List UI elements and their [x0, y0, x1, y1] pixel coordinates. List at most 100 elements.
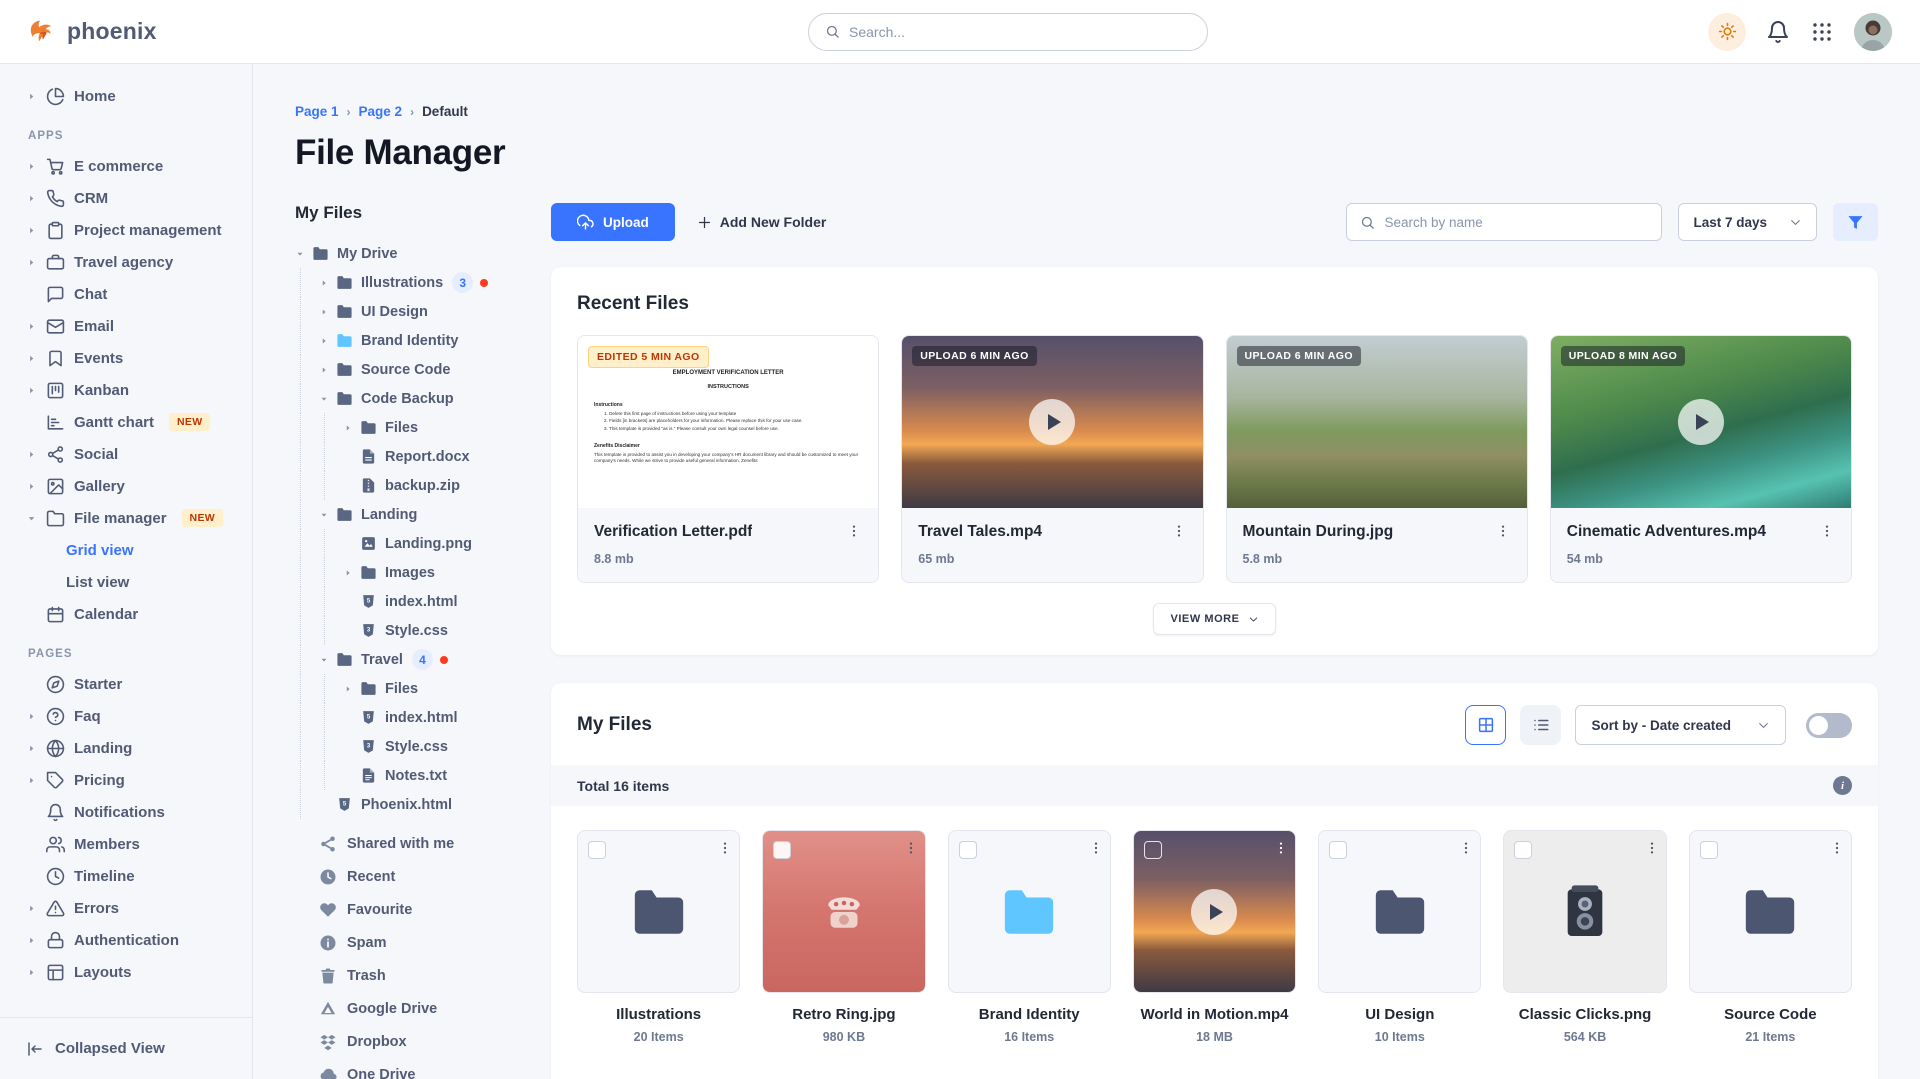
kebab-menu-icon[interactable] — [1458, 840, 1474, 856]
grid-file-item-classic-clicks-png[interactable]: Classic Clicks.png564 KB — [1503, 830, 1666, 1044]
tree-item-source-code[interactable]: Source Code — [295, 355, 521, 384]
tree-item-travel[interactable]: Travel4 — [295, 645, 521, 674]
tree-link-shared-with-me[interactable]: Shared with me — [295, 827, 521, 860]
sidebar-item-faq[interactable]: Faq — [26, 700, 242, 732]
sidebar-item-members[interactable]: Members — [26, 828, 242, 860]
grid-file-item-world-in-motion-mp4[interactable]: World in Motion.mp418 MB — [1133, 830, 1296, 1044]
sidebar-item-notifications[interactable]: Notifications — [26, 796, 242, 828]
grid-file-item-retro-ring-jpg[interactable]: Retro Ring.jpg980 KB — [762, 830, 925, 1044]
info-icon[interactable]: i — [1833, 776, 1852, 795]
tree-link-spam[interactable]: Spam — [295, 926, 521, 959]
tree-item-index-html[interactable]: 5index.html — [295, 703, 521, 732]
search-by-name-field[interactable] — [1346, 203, 1662, 241]
sidebar-item-starter[interactable]: Starter — [26, 668, 242, 700]
kebab-menu-icon[interactable] — [1171, 523, 1187, 539]
grid-file-item-source-code[interactable]: Source Code21 Items — [1689, 830, 1852, 1044]
sidebar-item-travel-agency[interactable]: Travel agency — [26, 246, 242, 278]
sidebar-item-errors[interactable]: Errors — [26, 892, 242, 924]
tree-link-google-drive[interactable]: Google Drive — [295, 992, 521, 1025]
grid-file-item-ui-design[interactable]: UI Design10 Items — [1318, 830, 1481, 1044]
kebab-menu-icon[interactable] — [846, 523, 862, 539]
tree-item-style-css[interactable]: 3Style.css — [295, 732, 521, 761]
tree-item-phoenix-html[interactable]: 5Phoenix.html — [295, 790, 521, 819]
tree-item-report-docx[interactable]: Report.docx — [295, 442, 521, 471]
recent-file-card-mountain-during-jpg[interactable]: UPLOAD 6 MIN AGOMountain During.jpg5.8 m… — [1226, 335, 1528, 583]
tree-item-code-backup[interactable]: Code Backup — [295, 384, 521, 413]
tree-item-images[interactable]: Images — [295, 558, 521, 587]
kebab-menu-icon[interactable] — [1273, 840, 1289, 856]
sidebar-item-landing[interactable]: Landing — [26, 732, 242, 764]
grid-file-item-illustrations[interactable]: Illustrations20 Items — [577, 830, 740, 1044]
upload-button[interactable]: Upload — [551, 203, 675, 241]
tree-item-notes-txt[interactable]: Notes.txt — [295, 761, 521, 790]
sidebar-item-layouts[interactable]: Layouts — [26, 956, 242, 988]
tree-link-trash[interactable]: Trash — [295, 959, 521, 992]
sidebar-item-authentication[interactable]: Authentication — [26, 924, 242, 956]
play-button[interactable] — [1678, 399, 1724, 445]
sidebar-item-e-commerce[interactable]: E commerce — [26, 150, 242, 182]
view-toggle-switch[interactable] — [1806, 713, 1852, 738]
select-checkbox[interactable] — [588, 841, 606, 859]
sidebar-item-events[interactable]: Events — [26, 342, 242, 374]
sidebar-item-list-view[interactable]: List view — [26, 566, 242, 598]
global-search[interactable] — [808, 13, 1208, 51]
kebab-menu-icon[interactable] — [1829, 840, 1845, 856]
play-button[interactable] — [1191, 889, 1237, 935]
apps-grid-button[interactable] — [1810, 20, 1834, 44]
sidebar-item-home[interactable]: Home — [26, 80, 242, 112]
sidebar-item-chat[interactable]: Chat — [26, 278, 242, 310]
sidebar-item-gallery[interactable]: Gallery — [26, 470, 242, 502]
sidebar-item-social[interactable]: Social — [26, 438, 242, 470]
tree-item-ui-design[interactable]: UI Design — [295, 297, 521, 326]
tree-link-one-drive[interactable]: One Drive — [295, 1058, 521, 1079]
tree-item-brand-identity[interactable]: Brand Identity — [295, 326, 521, 355]
tree-link-favourite[interactable]: Favourite — [295, 893, 521, 926]
select-checkbox[interactable] — [1700, 841, 1718, 859]
sidebar-item-crm[interactable]: CRM — [26, 182, 242, 214]
select-checkbox[interactable] — [1144, 841, 1162, 859]
user-avatar[interactable] — [1854, 13, 1892, 51]
kebab-menu-icon[interactable] — [903, 840, 919, 856]
recent-file-card-verification-letter-pdf[interactable]: EDITED 5 MIN AGOEMPLOYMENT VERIFICATION … — [577, 335, 879, 583]
kebab-menu-icon[interactable] — [1644, 840, 1660, 856]
tree-item-backup-zip[interactable]: backup.zip — [295, 471, 521, 500]
tree-item-landing[interactable]: Landing — [295, 500, 521, 529]
view-more-button[interactable]: VIEW MORE — [1153, 603, 1275, 635]
kebab-menu-icon[interactable] — [1495, 523, 1511, 539]
collapsed-view-button[interactable]: Collapsed View — [0, 1017, 252, 1079]
sidebar-item-pricing[interactable]: Pricing — [26, 764, 242, 796]
search-by-name-input[interactable] — [1384, 215, 1648, 230]
sidebar-item-timeline[interactable]: Timeline — [26, 860, 242, 892]
tree-item-my-drive[interactable]: My Drive — [295, 239, 521, 268]
tree-link-recent[interactable]: Recent — [295, 860, 521, 893]
tree-link-dropbox[interactable]: Dropbox — [295, 1025, 521, 1058]
tree-item-illustrations[interactable]: Illustrations3 — [295, 268, 521, 297]
sidebar-item-kanban[interactable]: Kanban — [26, 374, 242, 406]
select-checkbox[interactable] — [1329, 841, 1347, 859]
select-checkbox[interactable] — [773, 841, 791, 859]
recent-file-card-cinematic-adventures-mp4[interactable]: UPLOAD 8 MIN AGOCinematic Adventures.mp4… — [1550, 335, 1852, 583]
kebab-menu-icon[interactable] — [1819, 523, 1835, 539]
filter-button[interactable] — [1833, 203, 1878, 241]
kebab-menu-icon[interactable] — [717, 840, 733, 856]
list-view-button[interactable] — [1520, 705, 1561, 745]
select-checkbox[interactable] — [959, 841, 977, 859]
tree-item-files[interactable]: Files — [295, 674, 521, 703]
sidebar-item-email[interactable]: Email — [26, 310, 242, 342]
sidebar-item-project-management[interactable]: Project management — [26, 214, 242, 246]
sidebar-item-grid-view[interactable]: Grid view — [26, 534, 242, 566]
sidebar-item-gantt-chart[interactable]: Gantt chartNEW — [26, 406, 242, 438]
sidebar-item-calendar[interactable]: Calendar — [26, 598, 242, 630]
breadcrumb-page2[interactable]: Page 2 — [359, 104, 403, 119]
theme-toggle-button[interactable] — [1708, 13, 1746, 51]
kebab-menu-icon[interactable] — [1088, 840, 1104, 856]
sort-select[interactable]: Sort by - Date created — [1575, 705, 1786, 745]
tree-item-files[interactable]: Files — [295, 413, 521, 442]
tree-item-style-css[interactable]: 3Style.css — [295, 616, 521, 645]
brand-logo[interactable]: phoenix — [28, 17, 288, 47]
breadcrumb-page1[interactable]: Page 1 — [295, 104, 339, 119]
date-range-select[interactable]: Last 7 days — [1678, 203, 1817, 241]
grid-file-item-brand-identity[interactable]: Brand Identity16 Items — [948, 830, 1111, 1044]
global-search-input[interactable] — [849, 24, 1191, 40]
grid-view-button[interactable] — [1465, 705, 1506, 745]
